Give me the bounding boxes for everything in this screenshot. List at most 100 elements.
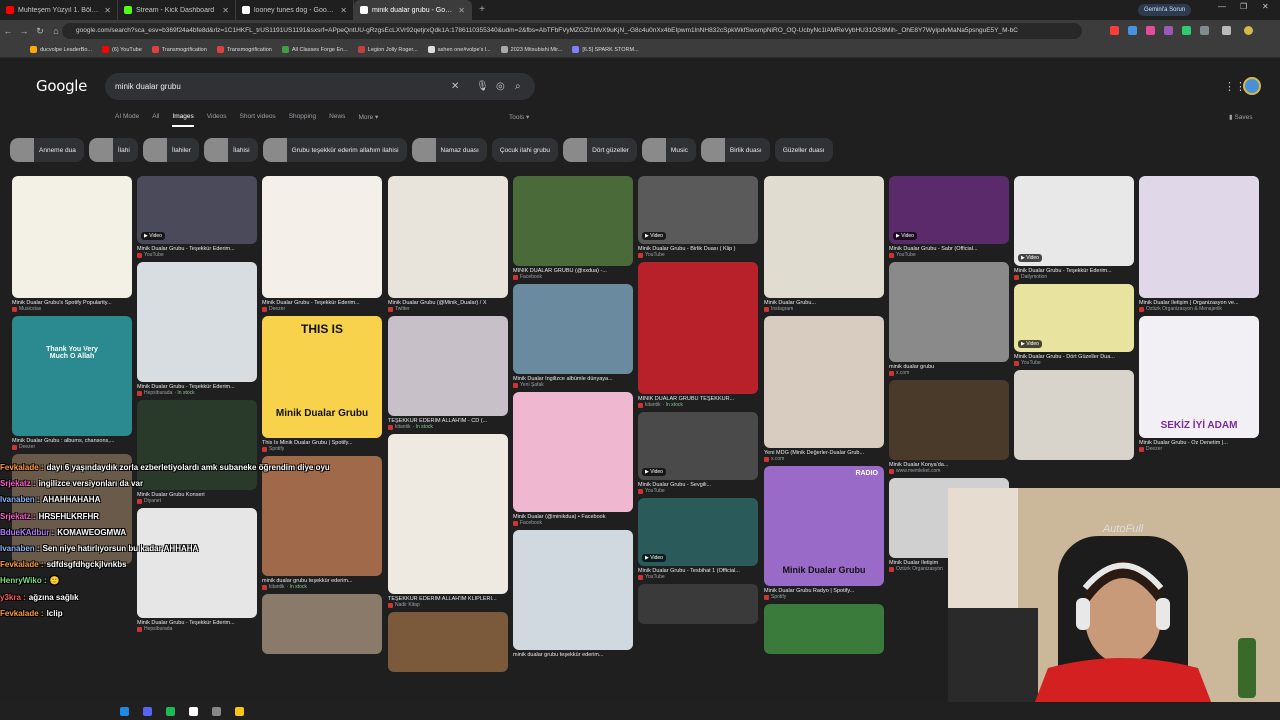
tab-close-icon[interactable]: ✕ [222,6,229,15]
new-tab-button[interactable]: + [472,0,492,20]
result-caption[interactable]: minik dualar grubu teşekkür ederim... [513,652,633,658]
tab-videos[interactable]: Videos [207,113,227,127]
tab-close-icon[interactable]: ✕ [340,6,347,15]
minimize-icon[interactable]: — [1218,2,1226,11]
filter-chip[interactable]: Çocuk ilahi grubu [491,138,559,162]
image-result[interactable]: ▶ Video Minik Dualar Grubu - Teşekkür Ede… [1014,176,1134,280]
profile-icon[interactable] [1244,26,1253,35]
image-result[interactable]: MİNİK DUALAR GRUBU (@xxdua) -... Facebook [513,176,633,280]
image-result[interactable]: Minik Dualar Grubu's Spotify Popularity.… [12,176,132,312]
result-image[interactable]: ▶ Video [638,498,758,566]
result-image[interactable] [513,392,633,512]
tab-all[interactable]: All [152,113,159,127]
image-result[interactable] [764,604,884,654]
reload-icon[interactable]: ↻ [32,26,48,37]
filter-chip[interactable]: İlahiler [142,138,199,162]
image-result[interactable]: Minik Dualar Grubu - Teşekkür Ederim... D… [262,176,382,312]
result-image[interactable]: THIS IS Minik Dualar Grubu [262,316,382,438]
image-result[interactable]: THIS IS Minik Dualar Grubu This Is Minik D… [262,316,382,452]
extension-icon[interactable] [1110,26,1119,35]
image-result[interactable]: Minik Dualar (@minikdua) • Facebook Faceb… [513,392,633,526]
result-image[interactable] [12,176,132,298]
search-icon[interactable]: ⌕ [515,73,521,100]
filter-chip[interactable]: Birlik duası [700,138,770,162]
image-result[interactable]: ▶ Video Minik Dualar Grubu - Sabr (Offici… [889,176,1009,258]
filter-chip[interactable]: Güzeller duası [774,138,833,162]
image-result[interactable] [638,584,758,624]
close-window-icon[interactable]: ✕ [1262,2,1269,11]
filter-chip[interactable]: Anneme dua [10,138,84,162]
taskbar-app-icon[interactable] [212,706,221,716]
result-image[interactable]: ▶ Video [889,176,1009,244]
filter-chip[interactable]: Namaz duası [411,138,487,162]
taskbar-app-icon[interactable] [235,706,244,716]
result-image[interactable] [513,176,633,266]
browser-tab[interactable]: Muhteşem Yüzyıl 1. Bölüm (4K)✕ [0,0,118,20]
tools-button[interactable]: Tools ▾ [509,113,529,121]
image-result[interactable]: ▶ Video Minik Dualar Grubu - Sevgili... Yo… [638,412,758,494]
taskbar-app-icon[interactable] [120,706,129,716]
result-image[interactable] [513,284,633,374]
tab-images[interactable]: Images [172,113,194,127]
tab-short-videos[interactable]: Short videos [240,113,276,127]
bookmark-item[interactable]: Transmogrification [216,46,272,53]
result-image[interactable] [137,262,257,382]
avatar[interactable] [1243,77,1261,95]
result-image[interactable]: ▶ Video [1014,284,1134,352]
bookmark-item[interactable]: 2023 Mitsubishi Mir... [500,46,562,53]
clear-icon[interactable]: ✕ [451,73,459,100]
gemini-button[interactable]: Gemini'a Sorun [1138,4,1192,16]
image-result[interactable]: minik dualar grubu teşekkür ederim... [513,530,633,658]
tab-more[interactable]: More ▾ [358,113,378,127]
taskbar-app-icon[interactable] [166,706,175,716]
image-result[interactable]: minik dualar grubu x.com [889,262,1009,376]
result-image[interactable] [388,176,508,298]
address-bar[interactable]: google.com/search?sca_esv=b369f24a4bfe8d… [62,23,1082,39]
image-result[interactable]: ▶ Video Minik Dualar Grubu - Tesbihat 1 (… [638,498,758,580]
image-result[interactable]: MİNİK DUALAR GRUBU TEŞEKKÜR... kitantik ·… [638,262,758,408]
extension-icon[interactable] [1200,26,1209,35]
image-result[interactable] [1014,370,1134,460]
extension-icon[interactable] [1146,26,1155,35]
image-result[interactable]: TEŞEKKÜR EDERİM ALLAH'IM KLİPLERİ... Nadi… [388,434,508,608]
bookmark-item[interactable]: Transmogrification [151,46,207,53]
browser-tab[interactable]: Stream - Kick Dashboard ✕ [118,0,236,20]
image-result[interactable]: Minik Dualar Grubu... Instagram [764,176,884,312]
result-image[interactable]: RADIO Minik Dualar Grubu [764,466,884,586]
result-image[interactable] [388,316,508,416]
browser-tab[interactable]: minik dualar grubu - Google S ✕ [354,0,472,20]
bookmark-item[interactable]: [6.5] SPARK STORM... [572,46,639,53]
result-image[interactable]: ▶ Video [638,412,758,480]
image-result[interactable]: Yeni MDG (Minik Değerler-Dualar Grub... x… [764,316,884,462]
filter-chip[interactable]: İlahi [88,138,138,162]
extension-icon[interactable] [1128,26,1137,35]
image-result[interactable]: Minik Dualar İletişim | Organizasyon ve.… [1139,176,1259,312]
result-image[interactable] [889,262,1009,362]
result-image[interactable] [388,434,508,594]
filter-chip[interactable]: Dört güzeller [563,138,637,162]
result-image[interactable] [1014,370,1134,460]
maximize-icon[interactable]: ❐ [1240,2,1247,11]
image-result[interactable]: Thank You Very Much O Allah Minik Dualar … [12,316,132,450]
result-image[interactable]: ▶ Video [638,176,758,244]
filter-chip[interactable]: Music [641,138,696,162]
extensions-menu-icon[interactable] [1222,26,1231,35]
search-input[interactable]: minik dualar grubu ✕ 🎙 ◎ ⌕ [105,73,535,100]
bookmark-item[interactable]: ducvolpe LeaderBo... [30,46,92,53]
microphone-icon[interactable]: 🎙 [476,73,489,100]
image-result[interactable]: Minik Dualar İngilizce albümle dünyaya..… [513,284,633,388]
result-image[interactable] [513,530,633,650]
image-result[interactable]: ▶ Video Minik Dualar Grubu - Birlik Duası… [638,176,758,258]
result-image[interactable] [638,584,758,624]
result-image[interactable] [889,380,1009,460]
result-image[interactable]: SEKİZ İYİ ADAM [1139,316,1259,438]
image-result[interactable]: Minik Dualar Grubu - Teşekkür Ederim... H… [137,262,257,396]
lens-icon[interactable]: ◎ [496,73,505,100]
tab-close-icon[interactable]: ✕ [104,6,111,15]
result-image[interactable] [764,316,884,448]
result-image[interactable] [764,604,884,654]
result-image[interactable] [1139,176,1259,298]
result-image[interactable]: ▶ Video [137,176,257,244]
result-image[interactable] [638,262,758,394]
result-image[interactable]: Thank You Very Much O Allah [12,316,132,436]
